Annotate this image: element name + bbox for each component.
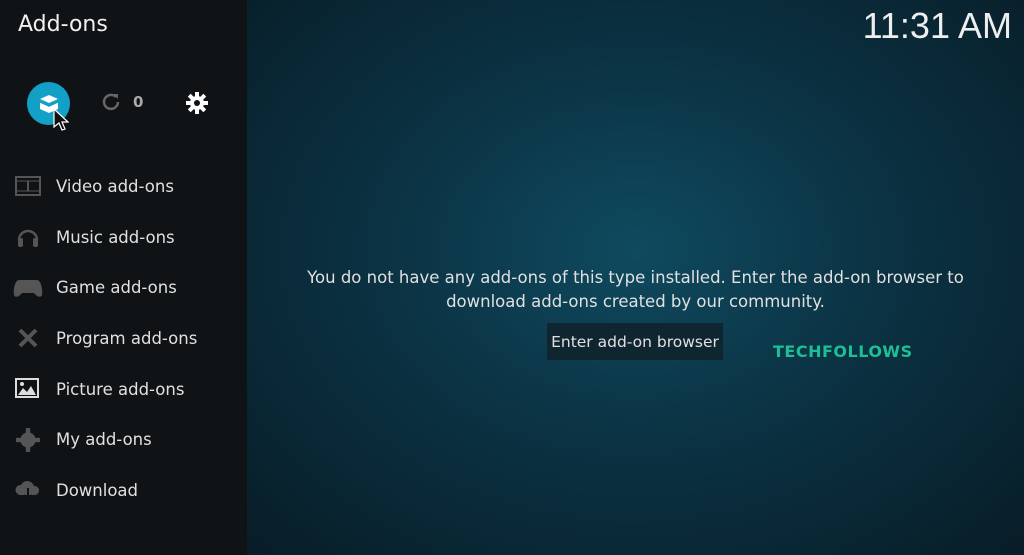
enter-addon-browser-button[interactable]: Enter add-on browser: [547, 323, 723, 360]
sidebar-item-program[interactable]: Program add-ons: [0, 313, 247, 364]
gamepad-icon: [13, 279, 43, 297]
sidebar-item-music[interactable]: Music add-ons: [0, 212, 247, 263]
sidebar-item-my-addons[interactable]: My add-ons: [0, 414, 247, 465]
sidebar-menu: Video add-ons Music add-ons Game add-ons…: [0, 161, 247, 516]
empty-message: You do not have any add-ons of this type…: [307, 268, 964, 311]
sidebar: Add-ons 0 Video add-ons Music add-ons Ga…: [0, 0, 247, 555]
updates-count: 0: [133, 93, 144, 111]
film-icon: [15, 176, 41, 197]
main-panel: 11:31 AM You do not have any add-ons of …: [247, 0, 1024, 555]
refresh-icon: [102, 93, 120, 111]
sidebar-item-video[interactable]: Video add-ons: [0, 161, 247, 212]
headphones-icon: [17, 229, 39, 248]
mouse-cursor-icon: [53, 108, 69, 131]
picture-icon: [15, 378, 39, 399]
watermark-logo: TECHFOLLOWS: [773, 342, 913, 361]
clock: 11:31 AM: [862, 5, 1012, 46]
sidebar-item-picture[interactable]: Picture add-ons: [0, 364, 247, 415]
tools-icon: [18, 328, 38, 348]
updates-button[interactable]: 0: [101, 92, 143, 112]
settings-gear-icon[interactable]: [185, 91, 209, 115]
gear-tools-icon: [16, 427, 40, 452]
cloud-download-icon: [15, 481, 40, 501]
page-title: Add-ons: [18, 12, 108, 37]
sidebar-item-game[interactable]: Game add-ons: [0, 262, 247, 313]
sidebar-item-download[interactable]: Download: [0, 465, 247, 516]
